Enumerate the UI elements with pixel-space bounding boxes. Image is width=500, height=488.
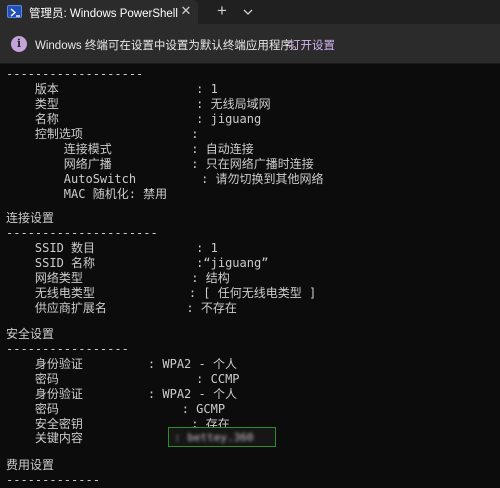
terminal-line: 网络类型 : 结构 bbox=[6, 271, 230, 285]
info-icon: i bbox=[11, 36, 27, 52]
tab-powershell[interactable]: 管理员: Windows PowerShell ✕ bbox=[0, 0, 198, 24]
terminal-line: 安全设置 bbox=[6, 327, 55, 341]
info-bar: i Windows 终端可在设置中设置为默认终端应用程序。 打开设置 bbox=[0, 24, 500, 64]
terminal-line: SSID 数目 : 1 bbox=[6, 241, 218, 255]
terminal-line: ----------------- bbox=[6, 342, 129, 356]
open-settings-link[interactable]: 打开设置 bbox=[289, 37, 335, 53]
terminal-line: 名称 : jiguang bbox=[6, 112, 262, 126]
terminal-line: 身份验证 : WPA2 - 个人 bbox=[6, 357, 237, 371]
terminal-line: 密码 : CCMP bbox=[6, 372, 240, 386]
terminal-line: 连接设置 bbox=[6, 211, 55, 225]
info-message: Windows 终端可在设置中设置为默认终端应用程序。 bbox=[35, 40, 304, 52]
close-tab-button[interactable]: ✕ bbox=[178, 3, 194, 19]
key-content-value: : bettey.360 bbox=[174, 431, 254, 444]
terminal-line: 密码 : GCMP bbox=[6, 402, 226, 416]
terminal-line: ------------- bbox=[6, 473, 100, 487]
terminal-window: 管理员: Windows PowerShell ✕ + i Windows 终端… bbox=[0, 0, 500, 488]
tab-title: 管理员: Windows PowerShell bbox=[29, 8, 178, 20]
title-bar: 管理员: Windows PowerShell ✕ + bbox=[0, 0, 500, 24]
terminal-line: 类型 : 无线局域网 bbox=[6, 97, 271, 111]
terminal-line: 身份验证 : WPA2 - 个人 bbox=[6, 387, 237, 401]
terminal-line: ------------------- bbox=[6, 67, 144, 81]
terminal-line: 供应商扩展名 : 不存在 bbox=[6, 301, 237, 315]
terminal-line: 网络广播 : 只在网络广播时连接 bbox=[6, 157, 314, 171]
terminal-line: 费用设置 bbox=[6, 458, 55, 472]
terminal-line: 版本 : 1 bbox=[6, 82, 218, 96]
scrollbar[interactable] bbox=[496, 65, 499, 488]
terminal-line: AutoSwitch : 请勿切换到其他网络 bbox=[6, 172, 324, 186]
terminal-line: 关键内容 bbox=[6, 431, 83, 445]
terminal-line: 控制选项 : bbox=[6, 127, 199, 141]
terminal-output[interactable]: ------------------- 版本 : 1 类型 : 无线局域网 名称… bbox=[0, 65, 500, 488]
terminal-line: 连接模式 : 自动连接 bbox=[6, 142, 254, 156]
powershell-icon bbox=[7, 5, 22, 18]
terminal-line: MAC 随机化: 禁用 bbox=[6, 187, 168, 201]
terminal-line: --------------------- bbox=[6, 226, 158, 240]
new-tab-button[interactable]: + bbox=[213, 2, 231, 20]
terminal-line: 无线电类型 : [ 任何无线电类型 ] bbox=[6, 286, 317, 300]
terminal-line: SSID 名称 :“jiguang” bbox=[6, 256, 269, 270]
chevron-down-icon[interactable] bbox=[240, 4, 256, 20]
key-content-highlight: : bettey.360 bbox=[168, 427, 276, 447]
